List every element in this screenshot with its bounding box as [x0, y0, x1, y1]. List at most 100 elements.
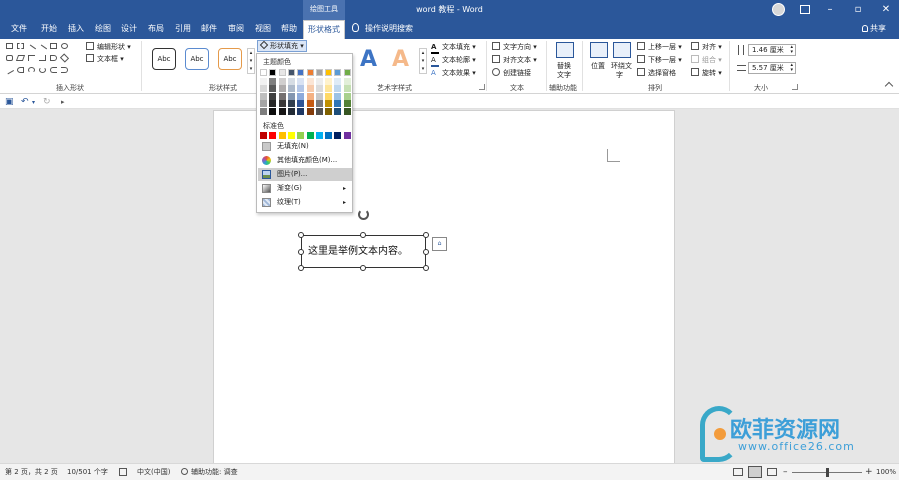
position-label[interactable]: 位置: [591, 61, 605, 71]
theme-color-swatch[interactable]: [260, 107, 267, 115]
text-outline-button[interactable]: A 文本轮廓 ▾: [431, 55, 476, 67]
alt-text-label-2[interactable]: 文字: [557, 70, 571, 80]
selection-pane-button[interactable]: 选择窗格: [637, 68, 676, 78]
theme-color-swatch[interactable]: [315, 100, 323, 108]
elbow-shape-icon[interactable]: [28, 55, 35, 61]
accessibility-status[interactable]: 辅助功能: 调查: [181, 464, 238, 480]
theme-color-swatch[interactable]: [334, 92, 342, 100]
text-fill-button[interactable]: A 文本填充 ▾: [431, 42, 476, 54]
size-dialog-launcher-icon[interactable]: [792, 84, 798, 90]
ribbon-display-options-icon[interactable]: [800, 5, 810, 14]
standard-color-swatch[interactable]: [325, 132, 333, 139]
theme-color-swatch[interactable]: [325, 100, 333, 108]
wave-shape-icon[interactable]: [39, 67, 46, 73]
theme-color-swatch[interactable]: [287, 69, 295, 76]
shapes-gallery[interactable]: [4, 43, 82, 79]
theme-color-swatch[interactable]: [334, 100, 342, 108]
rectangle-shape-icon[interactable]: [6, 43, 13, 49]
tab-view[interactable]: 视图: [255, 20, 271, 39]
group-button[interactable]: 组合 ▾: [691, 55, 722, 65]
theme-color-swatch[interactable]: [287, 78, 295, 85]
customize-toolbar-icon[interactable]: ▸: [61, 98, 65, 106]
theme-color-swatch[interactable]: [343, 100, 351, 108]
standard-color-swatch[interactable]: [287, 132, 295, 139]
resize-handle-left[interactable]: [298, 249, 304, 255]
shape-style-preset-3[interactable]: Abc: [218, 48, 242, 70]
standard-color-swatch[interactable]: [343, 132, 351, 139]
theme-color-swatch[interactable]: [334, 78, 342, 85]
theme-color-swatch[interactable]: [297, 92, 305, 100]
theme-color-swatch[interactable]: [297, 107, 305, 115]
tab-review[interactable]: 审阅: [228, 20, 244, 39]
bracket-shape-icon[interactable]: [50, 67, 57, 73]
wordart-dialog-launcher-icon[interactable]: [479, 84, 485, 90]
standard-color-swatch[interactable]: [306, 132, 314, 139]
tab-insert[interactable]: 插入: [68, 20, 84, 39]
theme-color-swatch[interactable]: [343, 78, 351, 85]
oval-shape-icon[interactable]: [61, 43, 68, 49]
theme-color-swatch[interactable]: [315, 85, 323, 93]
zoom-slider-thumb[interactable]: [826, 468, 829, 477]
theme-color-swatch[interactable]: [334, 85, 342, 93]
theme-color-swatch[interactable]: [269, 69, 277, 76]
theme-color-swatch[interactable]: [278, 78, 286, 85]
web-layout-icon[interactable]: [767, 468, 777, 476]
create-link-button[interactable]: 创建链接: [492, 68, 531, 78]
resize-handle-top-left[interactable]: [298, 232, 304, 238]
tab-home[interactable]: 开始: [41, 20, 57, 39]
theme-color-swatch[interactable]: [306, 69, 314, 76]
theme-color-swatch[interactable]: [315, 69, 323, 76]
save-icon[interactable]: ▣: [5, 97, 14, 107]
text-effects-button[interactable]: A 文本效果 ▾: [431, 68, 476, 78]
brace-shape-icon[interactable]: [61, 67, 68, 73]
align-button[interactable]: 对齐 ▾: [691, 42, 722, 52]
tab-design[interactable]: 设计: [121, 20, 137, 39]
theme-color-swatch[interactable]: [315, 107, 323, 115]
theme-color-swatch[interactable]: [306, 100, 314, 108]
layout-options-icon[interactable]: ⌂: [432, 237, 447, 251]
theme-color-swatch[interactable]: [315, 92, 323, 100]
theme-color-swatch[interactable]: [315, 78, 323, 85]
close-button[interactable]: ✕: [873, 0, 899, 20]
tab-mailings[interactable]: 邮件: [201, 20, 217, 39]
corner-shape-icon[interactable]: [39, 55, 46, 61]
square-shape-icon[interactable]: [50, 43, 57, 49]
tab-file[interactable]: 文件: [11, 20, 27, 39]
theme-color-swatch[interactable]: [325, 85, 333, 93]
proofing-icon[interactable]: [119, 468, 127, 476]
theme-color-swatch[interactable]: [297, 85, 305, 93]
theme-color-swatch[interactable]: [260, 100, 267, 108]
bring-forward-button[interactable]: 上移一层 ▾: [637, 42, 682, 52]
theme-color-swatch[interactable]: [325, 78, 333, 85]
theme-color-swatch[interactable]: [297, 69, 305, 76]
textbox-shape-icon[interactable]: [17, 43, 24, 49]
zoom-level[interactable]: 100%: [876, 464, 896, 480]
text-box-shape[interactable]: 这里是举例文本内容。: [301, 235, 426, 268]
theme-color-swatch[interactable]: [306, 92, 314, 100]
diamond-shape-icon[interactable]: [59, 53, 70, 63]
curve-shape-icon[interactable]: [28, 67, 35, 73]
theme-color-swatch[interactable]: [269, 100, 277, 108]
theme-color-swatch[interactable]: [260, 92, 267, 100]
arrow-line-shape-icon[interactable]: [37, 44, 48, 54]
resize-handle-bottom-right[interactable]: [423, 265, 429, 271]
alt-text-icon[interactable]: [556, 42, 574, 58]
theme-color-swatch[interactable]: [306, 85, 314, 93]
tab-help[interactable]: 帮助: [281, 20, 297, 39]
word-count[interactable]: 10/501 个字: [67, 464, 108, 480]
wordart-style-orange[interactable]: A: [392, 47, 409, 72]
tab-shape-format[interactable]: 形状格式: [303, 20, 345, 39]
theme-color-swatch[interactable]: [269, 85, 277, 93]
arc-shape-icon[interactable]: [17, 67, 24, 73]
share-button[interactable]: 共享: [862, 20, 886, 39]
resize-handle-bottom[interactable]: [360, 265, 366, 271]
resize-handle-top-right[interactable]: [423, 232, 429, 238]
wordart-style-blue[interactable]: A: [360, 47, 377, 72]
theme-color-swatch[interactable]: [306, 107, 314, 115]
user-avatar-icon[interactable]: [772, 3, 785, 16]
rounded-rect-shape-icon[interactable]: [6, 55, 13, 61]
theme-color-swatch[interactable]: [278, 107, 286, 115]
tab-draw[interactable]: 绘图: [95, 20, 111, 39]
theme-color-swatch[interactable]: [297, 78, 305, 85]
shape-style-preset-1[interactable]: Abc: [152, 48, 176, 70]
